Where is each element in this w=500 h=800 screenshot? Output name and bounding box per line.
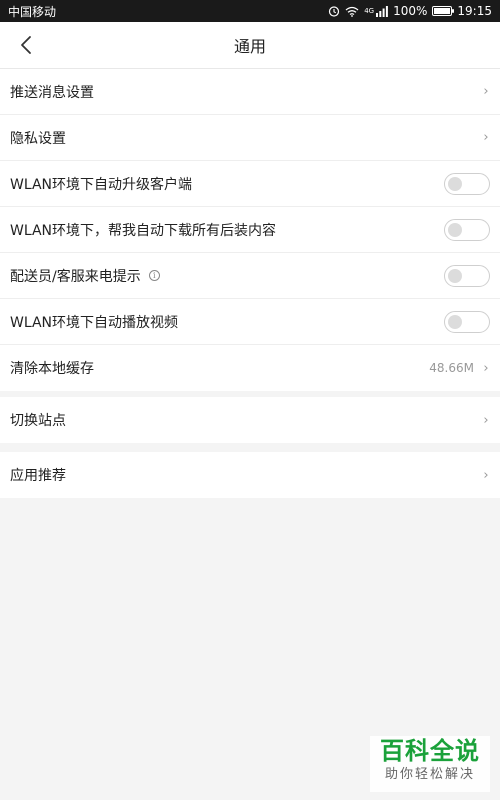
settings-row[interactable]: 清除本地缓存 48.66M ›: [0, 345, 500, 391]
settings-row-label: 切换站点: [10, 410, 66, 430]
settings-row-text: 推送消息设置: [10, 84, 94, 101]
settings-row-text: 隐私设置: [10, 130, 66, 147]
settings-row-accessory: [444, 264, 490, 287]
settings-row[interactable]: WLAN环境下自动升级客户端: [0, 161, 500, 207]
back-button[interactable]: [12, 30, 40, 60]
chevron-right-icon: ›: [483, 412, 489, 428]
settings-row-accessory: [444, 218, 490, 241]
toggle-switch[interactable]: [444, 310, 490, 333]
settings-row-text: 清除本地缓存: [10, 361, 94, 377]
nav-bar: 通用: [0, 22, 500, 69]
settings-row-text: 应用推荐: [10, 468, 66, 484]
settings-row-label: 应用推荐: [10, 465, 66, 485]
toggle-knob: [448, 222, 462, 237]
wifi-icon: [345, 6, 359, 17]
settings-row-label: 推送消息设置: [10, 82, 94, 102]
settings-row-label: 隐私设置: [10, 128, 66, 148]
settings-row[interactable]: 配送员/客服来电提示 i: [0, 253, 500, 299]
battery-icon: [432, 6, 455, 16]
chevron-right-icon: ›: [483, 130, 489, 145]
watermark-logo-text: 百科全说: [380, 737, 480, 765]
settings-row-label: WLAN环境下自动播放视频: [10, 312, 178, 332]
toggle-knob: [448, 314, 462, 329]
carrier-label: 中国移动: [8, 4, 57, 19]
settings-row-accessory: ›: [482, 413, 490, 428]
page-title: 通用: [233, 37, 266, 56]
battery-fill: [434, 8, 451, 14]
toggle-knob: [448, 268, 462, 283]
settings-row[interactable]: 应用推荐 ›: [0, 452, 500, 498]
chevron-left-icon: [21, 36, 31, 54]
settings-row-text: 切换站点: [10, 413, 66, 429]
cache-size-value: 48.66M: [429, 361, 474, 375]
settings-group-apps: 应用推荐 ›: [0, 452, 500, 498]
settings-group-general: 推送消息设置 › 隐私设置 › WLAN环境下自动升级客户端 WLAN环境下，帮我自动下载…: [0, 69, 500, 391]
watermark: 百科全说 助你轻松解决: [370, 736, 490, 792]
battery-percent: 100%: [393, 4, 428, 18]
settings-row[interactable]: 隐私设置 ›: [0, 115, 500, 161]
info-icon[interactable]: i: [148, 270, 160, 281]
settings-row-text: WLAN环境下，帮我自动下载所有后装内容: [10, 222, 277, 239]
chevron-right-icon: ›: [483, 360, 489, 376]
settings-row[interactable]: 推送消息设置 ›: [0, 69, 500, 115]
clock: 19:15: [457, 4, 492, 18]
watermark-tagline: 助你轻松解决: [384, 767, 475, 782]
signal-icon: [376, 5, 388, 17]
settings-row[interactable]: 切换站点 ›: [0, 397, 500, 443]
chevron-right-icon: ›: [483, 84, 489, 99]
settings-row-label: WLAN环境下自动升级客户端: [10, 174, 192, 194]
toggle-knob: [448, 176, 462, 191]
toggle-switch[interactable]: [444, 264, 490, 287]
settings-row-accessory: ›: [482, 468, 490, 483]
status-bar: 中国移动 4G 100% 19:15: [0, 0, 500, 22]
alarm-icon: [329, 6, 340, 17]
settings-row[interactable]: WLAN环境下，帮我自动下载所有后装内容: [0, 207, 500, 253]
settings-row-accessory: 48.66M ›: [429, 361, 490, 376]
settings-row-text: WLAN环境下自动播放视频: [10, 314, 179, 331]
settings-row-accessory: [444, 172, 490, 195]
settings-group-site: 切换站点 ›: [0, 397, 500, 443]
toggle-switch[interactable]: [444, 218, 490, 241]
chevron-right-icon: ›: [483, 467, 489, 483]
settings-row-accessory: ›: [482, 130, 490, 145]
status-icons: 4G 100% 19:15: [328, 4, 492, 18]
toggle-switch[interactable]: [444, 172, 490, 195]
settings-row-accessory: ›: [482, 84, 490, 99]
settings-row-label: 清除本地缓存: [10, 358, 94, 378]
settings-row-accessory: [444, 310, 490, 333]
settings-row[interactable]: WLAN环境下自动播放视频: [0, 299, 500, 345]
settings-row-label: WLAN环境下，帮我自动下载所有后装内容: [10, 220, 276, 240]
settings-row-text: WLAN环境下自动升级客户端: [10, 176, 193, 193]
network-type: 4G: [364, 7, 375, 15]
settings-row-text: 配送员/客服来电提示: [10, 268, 141, 285]
settings-row-label: 配送员/客服来电提示 i: [10, 266, 160, 286]
